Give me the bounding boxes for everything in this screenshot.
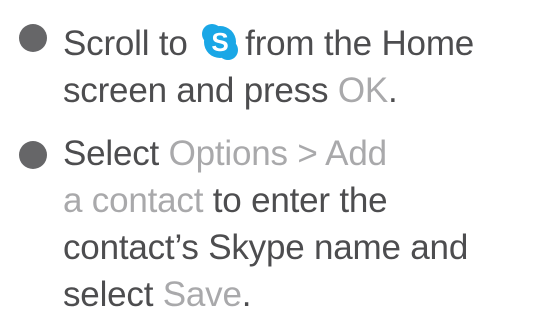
step-text-segment: Select (63, 134, 169, 173)
text-line: select Save. (63, 271, 533, 318)
step-text-segment: screen and press (63, 71, 338, 110)
step-text-segment: from the Home (245, 24, 475, 63)
text-line: screen and press OK. (63, 67, 533, 114)
step-text: Select Options > Add a contact to enter … (63, 130, 533, 318)
step-text-segment: . (387, 71, 398, 110)
text-line: a contact to enter the (63, 177, 533, 224)
step-text-segment: select (63, 275, 163, 314)
step-text-segment: to enter the (203, 181, 388, 220)
text-line: Select Options > Add (63, 130, 533, 177)
menu-term-a-contact: a contact (63, 181, 204, 220)
menu-term-save: Save (162, 275, 242, 314)
skype-icon: S (202, 24, 239, 60)
svg-text:S: S (212, 27, 229, 57)
bullet-icon (19, 141, 47, 169)
menu-term-ok: OK (337, 71, 388, 110)
text-line: Scroll to S from the Home (63, 20, 533, 67)
text-line: contact’s Skype name and (63, 224, 533, 271)
bullet-icon (19, 24, 47, 52)
step-text: Scroll to S from the Home screen and pre… (63, 20, 533, 114)
step-text-segment: Scroll to (63, 24, 188, 63)
step-text-segment: . (241, 275, 252, 314)
step-text-segment: contact’s Skype name and (63, 228, 469, 267)
menu-term-options-add: Options > Add (168, 134, 387, 173)
